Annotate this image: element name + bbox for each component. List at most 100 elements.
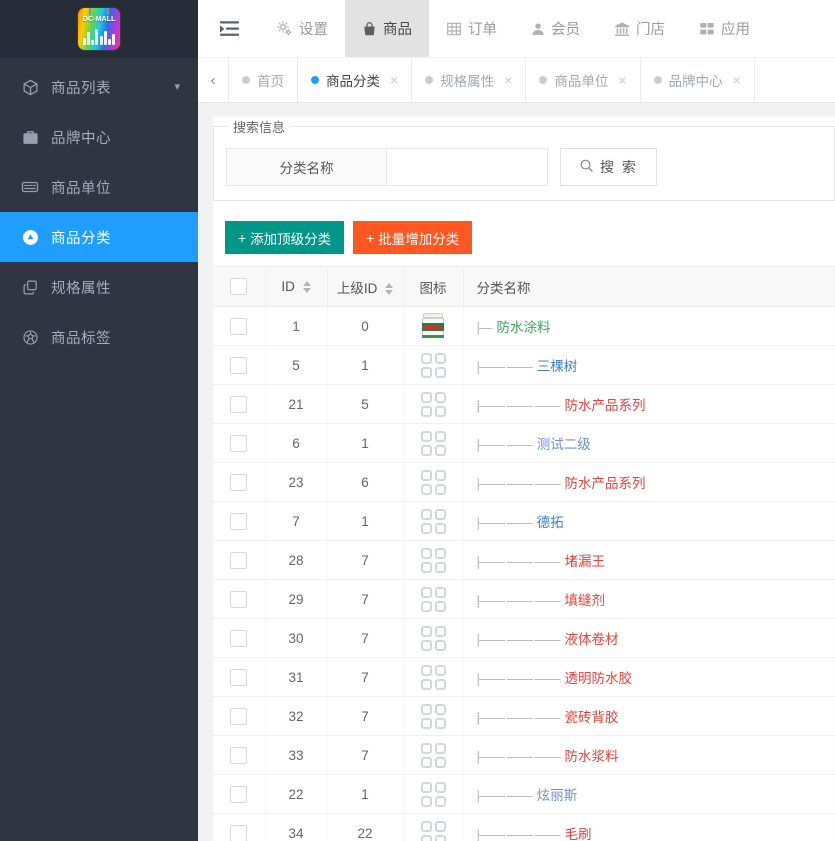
category-name-link[interactable]: 防水涂料 — [497, 320, 551, 335]
table-row[interactable]: 21 5 |—— —— —— 防水产品系列 — [213, 384, 835, 424]
row-checkbox[interactable] — [230, 629, 248, 647]
category-name-link[interactable]: 瓷砖背胶 — [565, 710, 619, 725]
dc-mall-logo-icon: DC-MALL — [78, 8, 120, 50]
category-name-link[interactable]: 炫丽斯 — [537, 788, 578, 803]
row-checkbox[interactable] — [230, 785, 248, 803]
top-nav-item-order[interactable]: 订单 — [429, 0, 514, 57]
tab-brand-center[interactable]: 品牌中心 × — [641, 58, 755, 102]
top-nav-item-apps[interactable]: 应用 — [682, 0, 767, 57]
row-checkbox[interactable] — [230, 746, 248, 764]
table-row[interactable]: 34 22 |—— —— —— 毛刷 — [213, 813, 835, 841]
category-name-link[interactable]: 德拓 — [537, 515, 564, 530]
table-row[interactable]: 32 7 |—— —— —— 瓷砖背胶 — [213, 696, 835, 736]
search-button[interactable]: 搜 索 — [560, 148, 657, 186]
th-parent-id[interactable]: 上级ID — [327, 266, 404, 307]
category-name-link[interactable]: 堵漏王 — [565, 554, 606, 569]
table-row[interactable]: 23 6 |—— —— —— 防水产品系列 — [213, 462, 835, 502]
select-all-checkbox[interactable] — [230, 278, 248, 295]
row-select-cell[interactable] — [213, 774, 266, 814]
chevron-down-icon[interactable]: ▾ — [174, 81, 180, 93]
row-checkbox[interactable] — [230, 668, 248, 686]
cell-id: 21 — [265, 384, 328, 424]
row-select-cell[interactable] — [213, 696, 266, 736]
th-select-all[interactable] — [213, 266, 266, 307]
top-nav-item-store[interactable]: 门店 — [597, 0, 682, 57]
tab-home[interactable]: 首页 — [229, 58, 298, 102]
row-select-cell[interactable] — [213, 384, 266, 424]
category-name-link[interactable]: 防水产品系列 — [565, 398, 646, 413]
table-row[interactable]: 28 7 |—— —— —— 堵漏王 — [213, 540, 835, 580]
category-name-link[interactable]: 填缝剂 — [565, 593, 606, 608]
chevron-left-icon[interactable]: ‹ — [198, 58, 229, 102]
row-select-cell[interactable] — [213, 813, 266, 841]
tab-close-icon[interactable]: × — [504, 73, 512, 87]
row-checkbox[interactable] — [230, 707, 248, 725]
batch-add-category-button[interactable]: + 批量增加分类 — [353, 221, 473, 254]
category-name-link[interactable]: 透明防水胶 — [565, 671, 633, 686]
row-select-cell[interactable] — [213, 345, 266, 385]
row-select-cell[interactable] — [213, 423, 266, 463]
row-checkbox[interactable] — [230, 590, 248, 608]
tab-close-icon[interactable]: × — [618, 73, 626, 87]
row-checkbox[interactable] — [230, 434, 248, 452]
menu-indent-icon[interactable] — [198, 0, 260, 57]
category-name-link[interactable]: 液体卷材 — [565, 632, 619, 647]
top-nav-item-product[interactable]: 商品 — [345, 0, 429, 57]
tab-status-dot — [242, 76, 250, 84]
table-row[interactable]: 6 1 |—— —— 测试二级 — [213, 423, 835, 463]
row-checkbox[interactable] — [230, 551, 248, 569]
row-checkbox[interactable] — [230, 473, 248, 491]
logo-area[interactable]: DC-MALL — [0, 0, 198, 58]
row-checkbox[interactable] — [230, 317, 248, 335]
row-select-cell[interactable] — [213, 540, 266, 580]
tab-spec-attribute[interactable]: 规格属性 × — [412, 58, 527, 102]
add-top-category-button[interactable]: + 添加顶级分类 — [225, 221, 345, 254]
cell-parent-id: 7 — [327, 540, 404, 580]
category-name-link[interactable]: 防水产品系列 — [565, 476, 646, 491]
row-select-cell[interactable] — [213, 501, 266, 541]
tab-product-category[interactable]: 商品分类 × — [298, 58, 413, 102]
row-select-cell[interactable] — [213, 618, 266, 658]
table-row[interactable]: 29 7 |—— —— —— 填缝剂 — [213, 579, 835, 619]
category-name-link[interactable]: 测试二级 — [537, 437, 591, 452]
sort-icon[interactable] — [385, 282, 394, 295]
sidebar-item-brand-center[interactable]: 品牌中心 — [0, 112, 198, 162]
row-select-cell[interactable] — [213, 306, 266, 346]
top-nav-item-settings[interactable]: 设置 — [260, 0, 345, 57]
top-nav-item-label: 应用 — [721, 22, 750, 38]
table-row[interactable]: 30 7 |—— —— —— 液体卷材 — [213, 618, 835, 658]
cell-icon — [403, 501, 464, 541]
tab-product-unit[interactable]: 商品单位 × — [526, 58, 641, 102]
table-row[interactable]: 33 7 |—— —— —— 防水浆料 — [213, 735, 835, 775]
category-name-link[interactable]: 防水浆料 — [565, 749, 619, 764]
row-checkbox[interactable] — [230, 356, 248, 374]
table-row[interactable]: 1 0 |— 防水涂料 — [213, 306, 835, 346]
tab-close-icon[interactable]: × — [733, 73, 741, 87]
table-row[interactable]: 22 1 |—— —— 炫丽斯 — [213, 774, 835, 814]
top-nav-item-member[interactable]: 会员 — [514, 0, 597, 57]
sidebar-item-spec-attribute[interactable]: 规格属性 — [0, 262, 198, 312]
row-select-cell[interactable] — [213, 579, 266, 619]
row-checkbox[interactable] — [230, 512, 248, 530]
table-row[interactable]: 5 1 |—— —— 三棵树 — [213, 345, 835, 385]
row-select-cell[interactable] — [213, 657, 266, 697]
sidebar: DC-MALL 商品列表 ▾ 品牌中心 商品单位 商品分类 规格属性 商品标签 — [0, 0, 198, 841]
sidebar-item-product-list[interactable]: 商品列表 ▾ — [0, 62, 198, 112]
sort-icon[interactable] — [302, 281, 311, 294]
row-select-cell[interactable] — [213, 462, 266, 502]
tab-close-icon[interactable]: × — [390, 73, 398, 87]
th-id[interactable]: ID — [265, 266, 328, 307]
row-checkbox[interactable] — [230, 395, 248, 413]
table-row[interactable]: 7 1 |—— —— 德拓 — [213, 501, 835, 541]
row-checkbox[interactable] — [230, 824, 248, 841]
cell-parent-id: 0 — [327, 306, 404, 346]
row-select-cell[interactable] — [213, 735, 266, 775]
search-input[interactable] — [386, 148, 548, 186]
sidebar-item-product-unit[interactable]: 商品单位 — [0, 162, 198, 212]
sidebar-item-product-tag[interactable]: 商品标签 — [0, 312, 198, 362]
cell-id: 6 — [265, 423, 328, 463]
table-row[interactable]: 31 7 |—— —— —— 透明防水胶 — [213, 657, 835, 697]
category-name-link[interactable]: 毛刷 — [565, 827, 592, 841]
category-name-link[interactable]: 三棵树 — [537, 359, 578, 374]
sidebar-item-product-category[interactable]: 商品分类 — [0, 212, 198, 262]
